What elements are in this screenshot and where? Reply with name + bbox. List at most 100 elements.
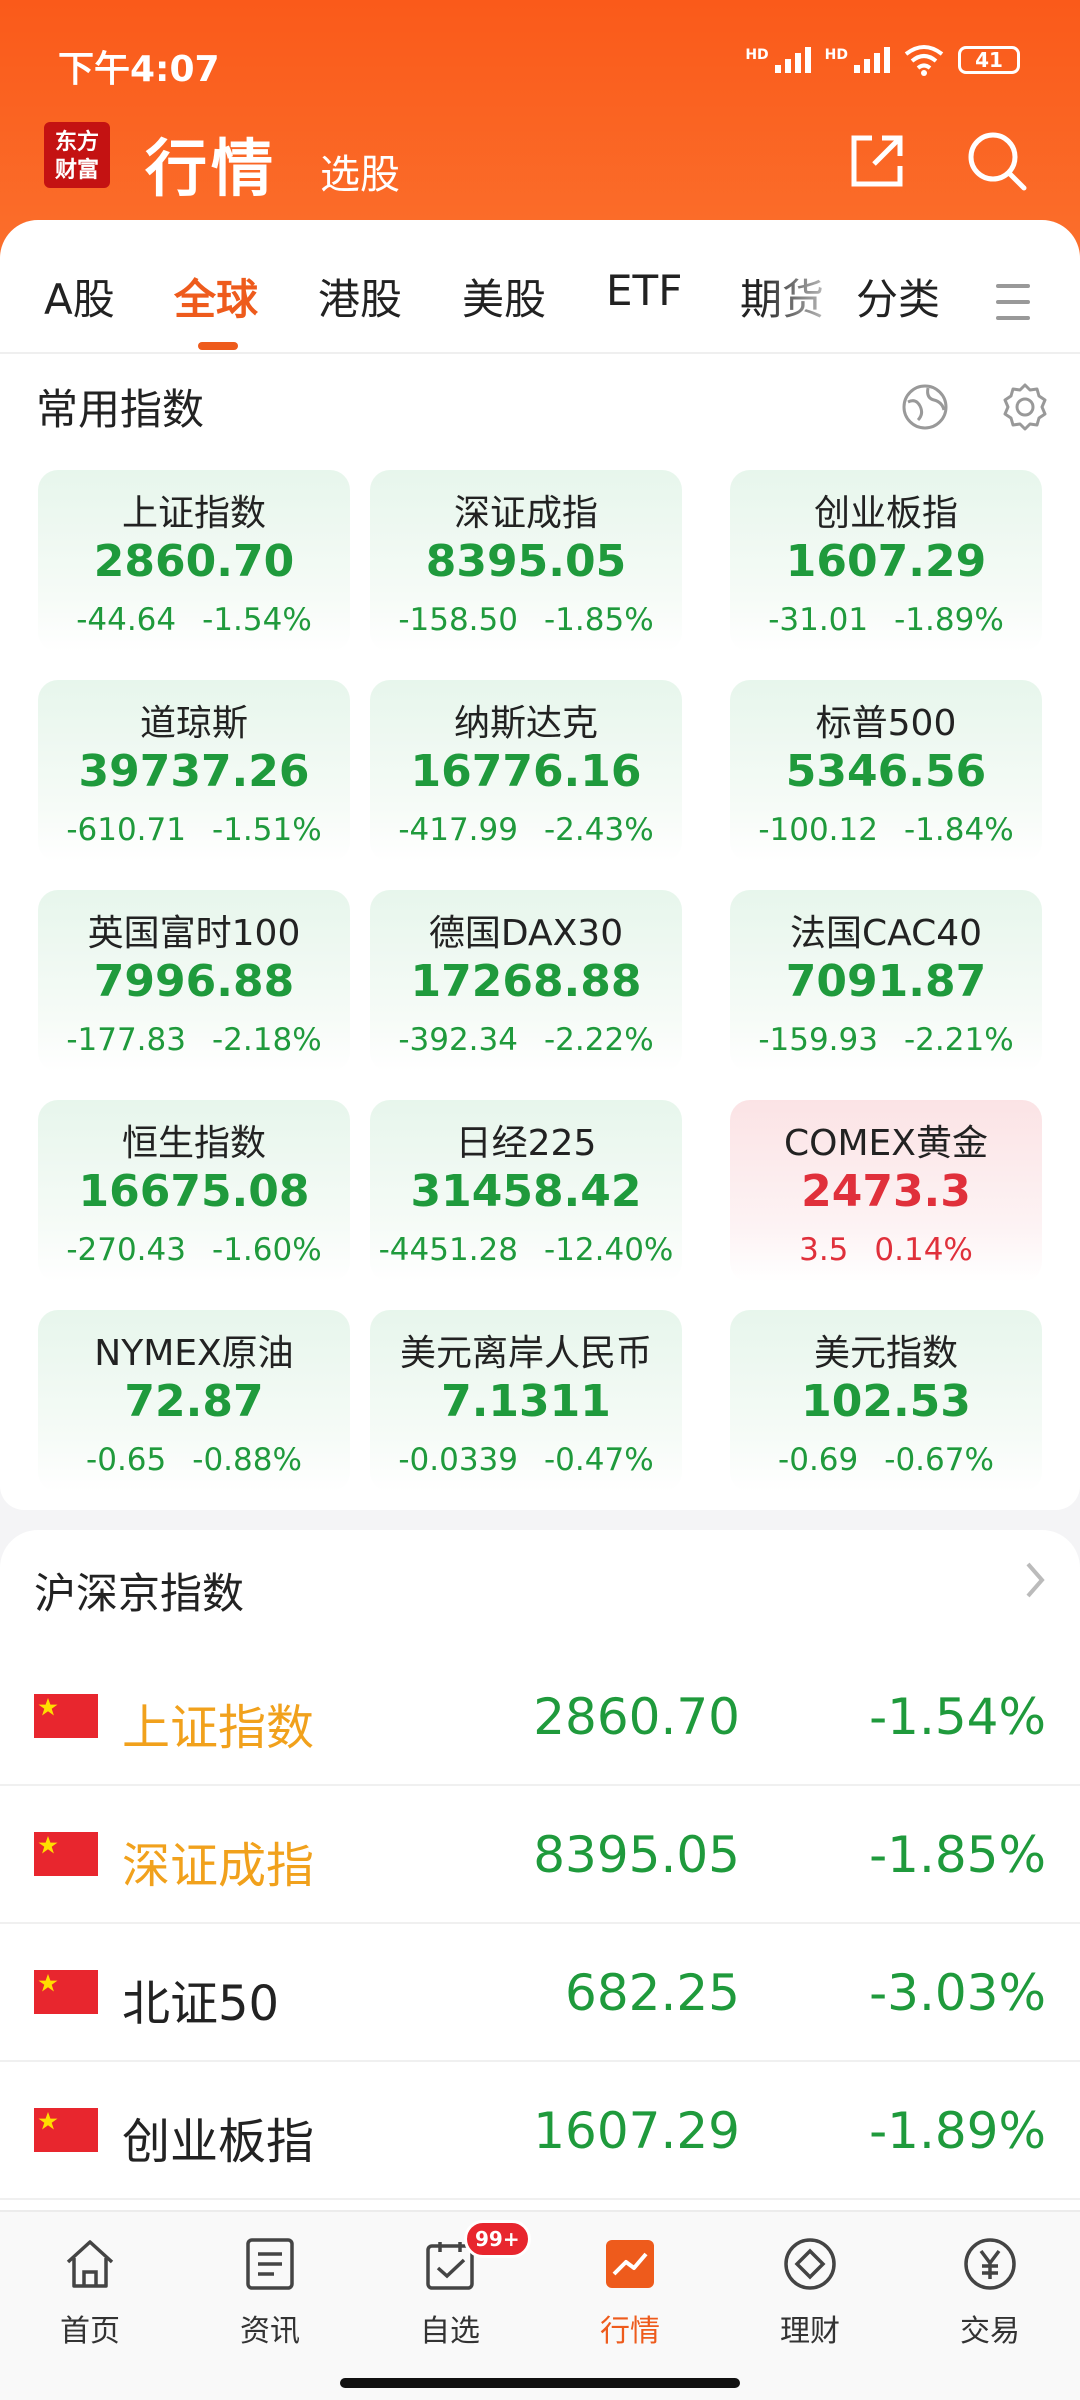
nav-label: 行情 [600, 2314, 660, 2349]
index-card[interactable]: NYMEX原油 72.87 -0.65 -0.88% [38, 1310, 350, 1492]
index-name: NYMEX原油 [94, 1333, 294, 1374]
tab-us-shares[interactable]: 美股 [462, 266, 546, 327]
index-value: 16776.16 [410, 746, 642, 797]
tab-a-shares[interactable]: A股 [44, 266, 115, 327]
index-change: -177.83 [66, 1022, 186, 1058]
nav-wealth[interactable]: 理财 [720, 2212, 900, 2362]
chevron-right-icon[interactable] [1020, 1558, 1050, 1602]
row-index-pct: -1.85% [869, 1826, 1046, 1884]
index-card[interactable]: 创业板指 1607.29 -31.01 -1.89% [730, 470, 1042, 652]
index-card[interactable]: 上证指数 2860.70 -44.64 -1.54% [38, 470, 350, 652]
index-value: 7091.87 [785, 956, 987, 1007]
index-value: 2860.70 [93, 536, 295, 587]
index-change: -417.99 [398, 812, 518, 848]
tab-global[interactable]: 全球 [174, 266, 258, 327]
nav-trade[interactable]: 交易 [900, 2212, 1080, 2362]
index-card[interactable]: 道琼斯 39737.26 -610.71 -1.51% [38, 680, 350, 862]
search-icon[interactable] [962, 126, 1032, 196]
tab-categories[interactable]: 分类 [856, 266, 940, 327]
index-card[interactable]: 恒生指数 16675.08 -270.43 -1.60% [38, 1100, 350, 1282]
signal-icon: HD [745, 47, 811, 73]
nav-news[interactable]: 资讯 [180, 2212, 360, 2362]
index-card[interactable]: 标普500 5346.56 -100.12 -1.84% [730, 680, 1042, 862]
index-name: 深证成指 [453, 493, 598, 534]
index-card[interactable]: 德国DAX30 17268.88 -392.34 -2.22% [370, 890, 682, 1072]
index-name: 标普500 [815, 703, 957, 744]
logo-text-2: 财富 [54, 157, 99, 183]
index-change-line: -392.34 -2.22% [370, 1022, 682, 1058]
row-index-value: 1607.29 [533, 2102, 740, 2160]
row-index-pct: -1.54% [869, 1688, 1046, 1746]
index-pct: -1.89% [894, 602, 1004, 638]
wifi-icon [904, 45, 944, 76]
index-change-line: -31.01 -1.89% [730, 602, 1042, 638]
index-change: -392.34 [398, 1022, 518, 1058]
globe-icon[interactable] [898, 380, 952, 434]
market-icon [606, 2240, 654, 2288]
active-tab-indicator [198, 342, 238, 350]
news-icon [246, 2238, 294, 2290]
index-pct: -2.18% [211, 1022, 322, 1058]
settings-icon[interactable] [998, 380, 1052, 434]
index-change-line: -610.71 -1.51% [38, 812, 350, 848]
index-pct: -1.85% [543, 602, 654, 638]
index-value: 1607.29 [785, 536, 987, 587]
index-card[interactable]: 日经225 31458.42 -4451.28 -12.40% [370, 1100, 682, 1282]
row-index-value: 8395.05 [533, 1826, 740, 1884]
index-change-line: -270.43 -1.60% [38, 1232, 350, 1268]
index-value: 102.53 [801, 1376, 971, 1427]
index-change: -610.71 [66, 812, 186, 848]
home-indicator[interactable] [340, 2378, 740, 2388]
china-flag-icon [34, 1694, 98, 1738]
index-card[interactable]: 英国富时100 7996.88 -177.83 -2.18% [38, 890, 350, 1072]
nav-home[interactable]: 首页 [0, 2212, 180, 2362]
index-card[interactable]: COMEX黄金 2473.3 3.5 0.14% [730, 1100, 1042, 1282]
index-change: -158.50 [398, 602, 518, 638]
tab-menu-icon[interactable] [996, 284, 1030, 332]
index-row[interactable]: 北证50 682.25 -3.03% [0, 1924, 1080, 2062]
section-title-hsj[interactable]: 沪深京指数 [34, 1560, 244, 1621]
nav-watchlist[interactable]: 99+ 自选 [360, 2212, 540, 2362]
index-name: 上证指数 [121, 493, 266, 534]
status-bar: 下午4:07 HD HD 41 [0, 0, 1080, 120]
battery-level: 41 [975, 48, 1003, 72]
index-card[interactable]: 法国CAC40 7091.87 -159.93 -2.21% [730, 890, 1042, 1072]
nav-label: 理财 [780, 2314, 840, 2349]
index-value: 72.87 [124, 1376, 264, 1427]
index-card[interactable]: 纳斯达克 16776.16 -417.99 -2.43% [370, 680, 682, 862]
china-flag-icon [34, 1832, 98, 1876]
index-value: 39737.26 [78, 746, 310, 797]
index-row[interactable]: 深证成指 8395.05 -1.85% [0, 1786, 1080, 1924]
market-tabs: A股 全球 港股 美股 ETF 期货 分类 [0, 220, 1080, 354]
tab-hk-shares[interactable]: 港股 [318, 266, 402, 327]
index-value: 5346.56 [785, 746, 987, 797]
index-row[interactable]: 上证指数 2860.70 -1.54% [0, 1648, 1080, 1786]
index-name: 道琼斯 [139, 703, 248, 744]
index-pct: -12.40% [544, 1232, 674, 1268]
hsj-indices-card: 沪深京指数 上证指数 2860.70 -1.54% 深证成指 8395.05 -… [0, 1530, 1080, 2210]
tab-etf[interactable]: ETF [606, 266, 682, 315]
index-change-line: -100.12 -1.84% [730, 812, 1042, 848]
index-name: 德国DAX30 [428, 913, 624, 954]
index-change: -0.69 [778, 1442, 859, 1478]
index-value: 8395.05 [425, 536, 627, 587]
global-market-card: A股 全球 港股 美股 ETF 期货 分类 常用指数 上证指数 2860.70 … [0, 220, 1080, 1510]
eastmoney-logo[interactable]: 东方 财富 [44, 122, 110, 188]
index-change: -0.0339 [398, 1442, 518, 1478]
index-row[interactable]: 创业板指 1607.29 -1.89% [0, 2062, 1080, 2200]
section-title-common: 常用指数 [36, 385, 205, 434]
index-card[interactable]: 美元离岸人民币 7.1311 -0.0339 -0.47% [370, 1310, 682, 1492]
page-title[interactable]: 行情 [145, 118, 277, 208]
nav-label: 资讯 [240, 2314, 300, 2349]
index-value: 31458.42 [410, 1166, 642, 1217]
index-card[interactable]: 深证成指 8395.05 -158.50 -1.85% [370, 470, 682, 652]
nav-label: 交易 [960, 2314, 1020, 2349]
share-icon[interactable] [842, 126, 912, 196]
nav-market[interactable]: 行情 [540, 2212, 720, 2362]
tab-fade [760, 250, 840, 330]
nav-label: 首页 [60, 2314, 120, 2349]
index-card[interactable]: 美元指数 102.53 -0.69 -0.67% [730, 1310, 1042, 1492]
stock-picker-link[interactable]: 选股 [320, 142, 400, 200]
index-pct: -1.84% [903, 812, 1014, 848]
index-name: 美元离岸人民币 [399, 1333, 652, 1374]
